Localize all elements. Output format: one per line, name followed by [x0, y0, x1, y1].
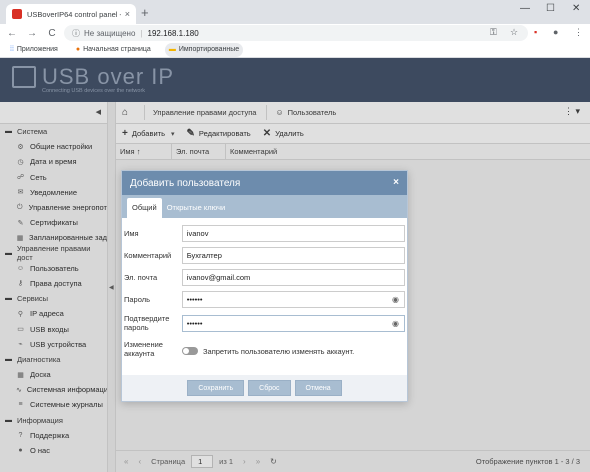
minimize-icon[interactable]: — — [520, 3, 530, 14]
form-row-confirm: Подтвердите пароль •••••• ◉ — [124, 310, 405, 336]
account-toggle-row: Запретить пользователю изменять аккаунт. — [182, 347, 354, 356]
url-text: 192.168.1.180 — [147, 28, 199, 38]
bookmark-home[interactable]: ● Начальная страница — [72, 43, 155, 57]
tab-general[interactable]: Общий — [127, 198, 162, 218]
password-label: Пароль — [124, 294, 151, 304]
browser-tab[interactable]: USBoverIP64 control panel - USB × — [6, 4, 136, 24]
cancel-button[interactable]: Отмена — [294, 380, 342, 396]
logo-subtitle: Connecting USB devices over the network — [42, 88, 146, 94]
folder-icon: ▬ — [168, 46, 176, 53]
account-lock-toggle[interactable] — [182, 347, 198, 355]
info-icon[interactable]: ⓘ — [72, 28, 80, 39]
name-field[interactable]: ivanov — [181, 224, 405, 242]
dialog-footer: Сохранить Сброс Отмена — [122, 375, 407, 401]
eye-icon[interactable]: ◉ — [392, 319, 399, 328]
star-icon[interactable]: ☆ — [510, 27, 518, 38]
save-button[interactable]: Сохранить — [187, 380, 245, 396]
reload-icon[interactable]: C — [44, 28, 60, 39]
form-row-password: Пароль •••••• ◉ — [124, 288, 405, 310]
comment-label: Комментарий — [124, 250, 172, 260]
tab-close-icon[interactable]: × — [125, 9, 130, 19]
home-page-icon: ● — [75, 46, 81, 53]
logo-mark-icon — [12, 66, 36, 88]
new-tab-button[interactable]: + — [141, 5, 149, 20]
form-row-comment: Комментарий Бухгалтер — [124, 244, 405, 266]
bookmark-label: Приложения — [16, 46, 58, 53]
address-bar[interactable]: ⓘ Не защищено | 192.168.1.180 — [64, 25, 528, 41]
app-header: USB over IP Connecting USB devices over … — [0, 58, 590, 102]
tab-title: USBoverIP64 control panel - USB — [27, 9, 121, 19]
password-field[interactable]: •••••• ◉ — [181, 290, 405, 308]
email-field[interactable]: ivanov@gmail.com — [181, 268, 405, 286]
bookmark-label: Начальная страница — [83, 46, 151, 53]
email-label: Эл. почта — [124, 272, 158, 282]
maximize-icon[interactable]: ☐ — [546, 3, 555, 14]
dialog-tabs: Общий Открытые ключи — [122, 195, 407, 218]
reset-button[interactable]: Сброс — [248, 380, 291, 396]
add-user-dialog: Добавить пользователя × Общий Открытые к… — [121, 170, 408, 402]
apps-icon: ⁞⁞ — [10, 46, 14, 53]
bookmark-apps[interactable]: ⁞⁞ Приложения — [6, 43, 62, 57]
confirm-label: Подтвердите пароль — [124, 314, 170, 332]
tab-public-keys[interactable]: Открытые ключи — [162, 198, 231, 218]
user-form: Имя ivanov Комментарий Бухгалтер Эл. поч… — [122, 218, 407, 362]
browser-toolbar: ← → C ⓘ Не защищено | 192.168.1.180 — [0, 24, 590, 42]
key-icon[interactable]: ⚿ — [490, 27, 497, 38]
close-icon[interactable]: × — [393, 177, 399, 188]
bookmark-imported[interactable]: ▬ Импортированные — [164, 42, 244, 57]
logo-text: USB over IP — [42, 64, 175, 89]
forward-icon[interactable]: → — [24, 28, 40, 39]
dialog-title-bar: Добавить пользователя × — [122, 171, 407, 195]
extension-icon[interactable]: ▪ — [534, 27, 537, 37]
account-toggle-label: Запретить пользователю изменять аккаунт. — [203, 346, 355, 356]
bookmarks-bar: ⁞⁞ Приложения ● Начальная страница ▬ Имп… — [0, 42, 590, 58]
back-icon[interactable]: ← — [4, 28, 20, 39]
form-row-name: Имя ivanov — [124, 222, 405, 244]
app-logo: USB over IP — [12, 66, 174, 88]
dialog-title: Добавить пользователя — [130, 177, 241, 189]
form-row-account: Изменение аккаунта Запретить пользовател… — [124, 336, 405, 362]
account-label: Изменение аккаунта — [124, 340, 163, 358]
browser-tabbar: USBoverIP64 control panel - USB × + — ☐ … — [0, 0, 590, 24]
chrome-menu-icon[interactable]: ⋮ — [574, 27, 583, 38]
confirm-password-field[interactable]: •••••• ◉ — [181, 314, 405, 332]
window-close-icon[interactable]: ✕ — [572, 3, 580, 14]
bookmark-label: Импортированные — [178, 46, 240, 53]
eye-icon[interactable]: ◉ — [392, 295, 399, 304]
name-label: Имя — [124, 228, 139, 238]
form-row-email: Эл. почта ivanov@gmail.com — [124, 266, 405, 288]
security-status: Не защищено — [84, 28, 136, 38]
profile-icon[interactable]: ● — [553, 27, 558, 37]
favicon-icon — [12, 9, 22, 19]
comment-field[interactable]: Бухгалтер — [181, 246, 405, 264]
